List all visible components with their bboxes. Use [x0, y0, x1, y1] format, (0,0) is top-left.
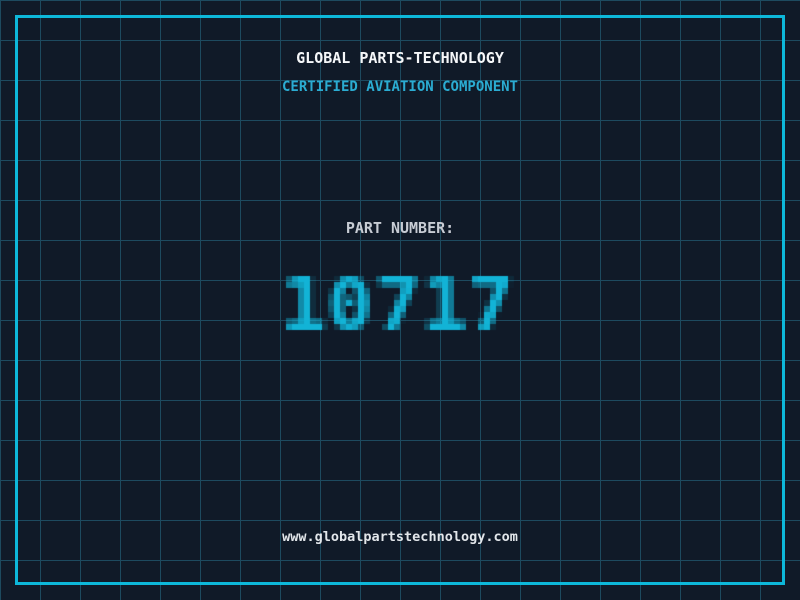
tagline: CERTIFIED AVIATION COMPONENT	[281, 79, 518, 95]
company-name: GLOBAL PARTS-TECHNOLOGY	[296, 49, 504, 67]
certificate-page: GLOBAL PARTS-TECHNOLOGY CERTIFIED AVIATI…	[0, 0, 800, 600]
website-url: www.globalpartstechnology.com	[282, 529, 518, 545]
part-number-label: PART NUMBER:	[345, 219, 455, 237]
part-number-canvas	[274, 252, 526, 348]
part-number-display: 10717	[0, 252, 800, 348]
